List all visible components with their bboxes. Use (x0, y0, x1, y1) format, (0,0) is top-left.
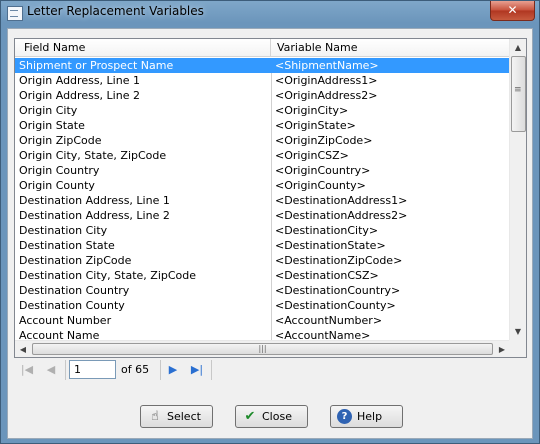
variable-name-cell: <DestinationCounty> (271, 298, 509, 313)
variable-name-cell: <OriginAddress2> (271, 88, 509, 103)
variable-name-cell: <OriginState> (271, 118, 509, 133)
field-name-cell: Account Name (19, 329, 100, 340)
variable-name-cell: <AccountNumber> (271, 313, 509, 328)
grid-rows: Shipment or Prospect Name <ShipmentName> O… (15, 58, 510, 340)
table-row[interactable]: Origin Country <OriginCountry> (15, 163, 510, 178)
vertical-scroll-thumb[interactable] (511, 56, 526, 132)
grid-header: Field Name Variable Name (15, 39, 510, 57)
table-row[interactable]: Destination Address, Line 1 <DestinationA… (15, 193, 510, 208)
navigator-separator (65, 360, 66, 380)
table-row[interactable]: Origin County <OriginCounty> (15, 178, 510, 193)
field-name-cell: Origin ZipCode (19, 134, 102, 147)
field-name-cell: Shipment or Prospect Name (19, 59, 174, 72)
select-button[interactable]: ☝ Select (140, 405, 213, 428)
hand-pointer-icon: ☝ (151, 409, 159, 424)
variable-name-cell: <OriginAddress1> (271, 73, 509, 88)
table-row[interactable]: Origin City <OriginCity> (15, 103, 510, 118)
field-name-cell: Destination Country (19, 284, 130, 297)
variables-grid[interactable]: Field Name Variable Name Shipment or Pro… (14, 38, 527, 358)
scroll-up-arrow-icon[interactable]: ▲ (510, 39, 526, 56)
window-close-button[interactable]: ✕ (490, 1, 535, 21)
field-name-cell: Destination ZipCode (19, 254, 132, 267)
field-name-cell: Destination Address, Line 1 (19, 194, 170, 207)
field-name-cell: Origin County (19, 179, 95, 192)
horizontal-scrollbar[interactable]: ◀ ||| ▶ (15, 340, 510, 357)
scrollbar-corner (509, 340, 526, 357)
window-icon (7, 6, 23, 21)
field-name-cell: Destination Address, Line 2 (19, 209, 170, 222)
page-number-input[interactable] (69, 360, 116, 379)
field-name-cell: Origin State (19, 119, 85, 132)
scroll-down-arrow-icon[interactable]: ▼ (510, 323, 526, 340)
select-button-label: Select (167, 410, 201, 423)
close-button[interactable]: ✔ Close (235, 405, 308, 428)
dialog-client-area: Field Name Variable Name Shipment or Pro… (7, 28, 533, 439)
field-name-cell: Origin Address, Line 1 (19, 74, 140, 87)
field-name-cell: Destination City (19, 224, 108, 237)
column-header-variable-name[interactable]: Variable Name (271, 39, 510, 56)
table-row[interactable]: Shipment or Prospect Name <ShipmentName> (15, 58, 510, 73)
window-title: Letter Replacement Variables (27, 4, 204, 18)
variable-name-cell: <DestinationCountry> (271, 283, 509, 298)
last-page-icon[interactable]: ▶| (188, 362, 206, 378)
table-row[interactable]: Origin Address, Line 2 <OriginAddress2> (15, 88, 510, 103)
scroll-right-arrow-icon[interactable]: ▶ (494, 341, 510, 357)
variable-name-cell: <DestinationAddress1> (271, 193, 509, 208)
variable-name-cell: <DestinationZipCode> (271, 253, 509, 268)
variable-name-cell: <ShipmentName> (271, 58, 509, 73)
table-row[interactable]: Destination Country <DestinationCountry> (15, 283, 510, 298)
table-row[interactable]: Origin ZipCode <OriginZipCode> (15, 133, 510, 148)
table-row[interactable]: Account Number <AccountNumber> (15, 313, 510, 328)
variable-name-cell: <OriginCity> (271, 103, 509, 118)
field-name-cell: Destination City, State, ZipCode (19, 269, 197, 282)
table-row[interactable]: Origin State <OriginState> (15, 118, 510, 133)
help-icon: ? (337, 409, 352, 424)
field-name-cell: Destination County (19, 299, 125, 312)
close-button-label: Close (262, 410, 292, 423)
help-button-label: Help (357, 410, 383, 423)
scroll-left-arrow-icon[interactable]: ◀ (15, 341, 31, 357)
page-count-label: of 65 (121, 363, 150, 376)
vertical-scrollbar[interactable]: ▲ ▼ (509, 39, 526, 340)
variable-name-cell: <DestinationState> (271, 238, 509, 253)
table-row[interactable]: Origin City, State, ZipCode <OriginCSZ> (15, 148, 510, 163)
navigator-separator (211, 360, 212, 380)
table-row[interactable]: Destination County <DestinationCounty> (15, 298, 510, 313)
horizontal-scroll-thumb[interactable]: ||| (32, 343, 493, 355)
first-page-icon[interactable]: |◀ (18, 362, 36, 378)
table-row[interactable]: Account Name <AccountName> (15, 328, 510, 340)
record-navigator: |◀ ◀ of 65 ▶ ▶| (14, 358, 527, 382)
navigator-separator (160, 360, 161, 380)
variable-name-cell: <OriginCounty> (271, 178, 509, 193)
letter-replacement-variables-window: Letter Replacement Variables ✕ Field Nam… (0, 0, 540, 444)
field-name-cell: Origin Address, Line 2 (19, 89, 140, 102)
title-bar: Letter Replacement Variables ✕ (1, 1, 539, 25)
variable-name-cell: <DestinationCSZ> (271, 268, 509, 283)
field-name-cell: Destination State (19, 239, 115, 252)
help-button[interactable]: ? Help (330, 405, 403, 428)
field-name-cell: Origin Country (19, 164, 100, 177)
table-row[interactable]: Destination ZipCode <DestinationZipCode> (15, 253, 510, 268)
table-row[interactable]: Destination Address, Line 2 <DestinationA… (15, 208, 510, 223)
variable-name-cell: <AccountName> (271, 328, 509, 340)
table-row[interactable]: Destination City <DestinationCity> (15, 223, 510, 238)
field-name-cell: Account Number (19, 314, 112, 327)
variable-name-cell: <OriginCountry> (271, 163, 509, 178)
previous-page-icon[interactable]: ◀ (42, 362, 60, 378)
table-row[interactable]: Destination City, State, ZipCode <Destina… (15, 268, 510, 283)
variable-name-cell: <OriginCSZ> (271, 148, 509, 163)
field-name-cell: Origin City, State, ZipCode (19, 149, 167, 162)
next-page-icon[interactable]: ▶ (164, 362, 182, 378)
field-name-cell: Origin City (19, 104, 78, 117)
table-row[interactable]: Origin Address, Line 1 <OriginAddress1> (15, 73, 510, 88)
variable-name-cell: <DestinationAddress2> (271, 208, 509, 223)
table-row[interactable]: Destination State <DestinationState> (15, 238, 510, 253)
variable-name-cell: <DestinationCity> (271, 223, 509, 238)
column-header-field-name[interactable]: Field Name (15, 39, 271, 56)
variable-name-cell: <OriginZipCode> (271, 133, 509, 148)
check-icon: ✔ (244, 409, 256, 424)
